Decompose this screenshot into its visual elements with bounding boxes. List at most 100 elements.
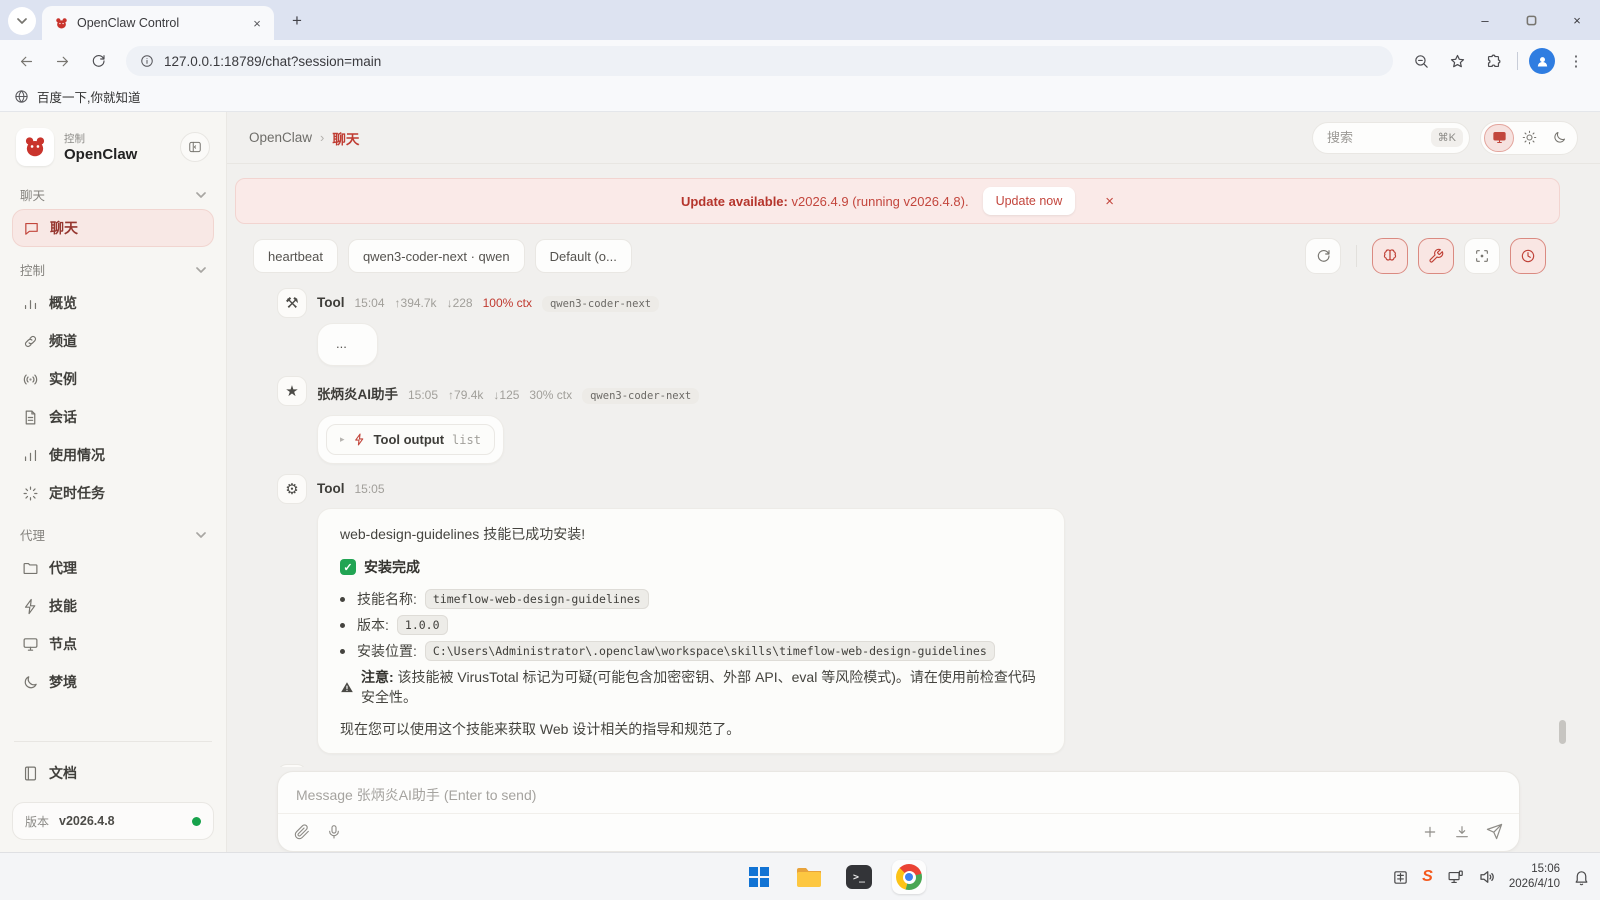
tray-sogou-icon[interactable]: S [1422,868,1433,886]
sidebar-section-control[interactable]: 控制 [20,260,206,279]
book-icon [24,766,37,780]
bookmark-star-button[interactable] [1441,45,1473,77]
sidebar-item-skills[interactable]: 技能 [12,587,214,625]
bookmark-item[interactable]: 百度一下,你就知道 [37,87,140,106]
model-chip[interactable]: qwen3-coder-next · qwen [347,239,525,273]
clock-date: 2026/4/10 [1508,878,1560,890]
theme-dark-button[interactable] [1544,124,1574,152]
taskbar-clock[interactable]: 15:06 2026/4/10 [1509,862,1560,892]
search-box[interactable]: ⌘K [1312,121,1470,154]
zoom-button[interactable] [1405,45,1437,77]
send-icon[interactable] [1486,823,1503,840]
sidebar-item-cron[interactable]: 定时任务 [12,474,214,512]
profile-button[interactable] [1526,45,1558,77]
browser-menu-button[interactable]: ⋮ [1562,52,1590,70]
sun-icon [1522,130,1536,145]
sidebar-item-label: 实例 [49,371,77,387]
browser-tab[interactable]: OpenClaw Control × [42,6,274,40]
sidebar-item-instances[interactable]: 实例 [12,360,214,398]
file-explorer-button[interactable] [792,860,826,894]
sidebar-item-label: 聊天 [50,220,78,236]
refresh-button[interactable] [1305,238,1341,274]
sidebar-item-channels[interactable]: 频道 [12,322,214,360]
sidebar-item-dreams[interactable]: 梦境 [12,663,214,701]
window-minimize-button[interactable]: – [1462,0,1508,40]
sidebar-item-nodes[interactable]: 节点 [12,625,214,663]
banner-close-icon[interactable]: × [1105,193,1114,210]
plus-icon[interactable] [1422,824,1438,840]
chevron-down-icon [196,266,206,273]
tool-avatar-icon: ⚒ [277,288,307,318]
warning-icon [341,681,353,692]
history-button[interactable] [1510,238,1546,274]
brain-button[interactable] [1372,238,1408,274]
session-toolbar: heartbeat qwen3-coder-next · qwen Defaul… [253,238,1546,274]
panel-collapse-icon [189,141,201,153]
toolbar-divider [1356,245,1357,267]
theme-light-button[interactable] [1514,124,1544,152]
sidebar-item-docs[interactable]: 文档 [12,754,214,792]
detail-label: 安装位置: [357,643,417,659]
message: ★ 张炳炎AI助手 15:05 ↑79.4k ↓125 30% ctx qwen… [277,376,1600,464]
window-close-button[interactable]: × [1554,0,1600,40]
tab-search-button[interactable] [8,7,36,35]
attach-icon[interactable] [294,823,310,840]
profile-avatar [1529,48,1555,74]
tool-output-arg: list [452,432,481,447]
update-now-button[interactable]: Update now [982,187,1076,215]
reload-icon [92,55,105,67]
site-info-icon [141,55,153,67]
start-button[interactable] [742,860,776,894]
message: ⚒ Tool 15:04 ↑394.7k ↓228 100% ctx qwen3… [277,288,1600,366]
theme-system-button[interactable] [1484,123,1514,152]
tool-output-expander[interactable]: ▸ Tool output list [326,424,495,455]
message-time: 15:05 [408,388,439,402]
breadcrumb-root[interactable]: OpenClaw [249,130,312,145]
sidebar-collapse-button[interactable] [180,132,210,162]
moon-icon [24,675,37,688]
tools-button[interactable] [1418,238,1454,274]
sidebar-section-chat[interactable]: 聊天 [20,185,206,204]
sidebar-item-label: 节点 [49,636,77,652]
composer [277,771,1520,852]
scan-icon [1476,250,1488,262]
message-input[interactable] [278,772,1519,813]
sidebar-item-overview[interactable]: 概览 [12,284,214,322]
chrome-icon [896,864,922,890]
focus-button[interactable] [1464,238,1500,274]
window-maximize-button[interactable] [1508,0,1554,40]
forward-button[interactable] [46,45,78,77]
extensions-button[interactable] [1477,45,1509,77]
reload-button[interactable] [82,45,114,77]
zoom-magnifier-icon [1414,54,1428,68]
scrollbar-thumb[interactable] [1559,720,1566,744]
tool-output-label: Tool output [373,432,445,447]
sidebar-item-usage[interactable]: 使用情况 [12,436,214,474]
terminal-button[interactable]: >_ [842,860,876,894]
url-bar[interactable]: 127.0.0.1:18789/chat?session=main [126,46,1393,76]
microphone-icon[interactable] [326,824,342,840]
download-icon[interactable] [1454,824,1470,840]
search-input[interactable] [1327,130,1417,145]
sidebar-item-sessions[interactable]: 会话 [12,398,214,436]
tray-network-icon[interactable] [1446,869,1465,886]
tab-close-button[interactable]: × [248,14,266,32]
new-tab-button[interactable]: + [284,8,310,34]
sidebar-section-agents[interactable]: 代理 [20,525,206,544]
link-icon [24,335,37,347]
update-banner-rest: v2026.4.9 (running v2026.4.8). [787,193,969,209]
preset-chip[interactable]: Default (o... [534,239,632,273]
tray-volume-icon[interactable] [1478,868,1496,886]
chrome-button[interactable] [892,860,926,894]
sidebar-item-chat[interactable]: 聊天 [12,209,214,247]
sidebar-item-agents[interactable]: 代理 [12,549,214,587]
chat-scroll-area[interactable]: ⚒ Tool 15:04 ↑394.7k ↓228 100% ctx qwen3… [227,286,1600,767]
main-header: OpenClaw › 聊天 ⌘K [227,112,1600,164]
detail-label: 技能名称: [357,591,417,607]
tool-result-card: web-design-guidelines 技能已成功安装! ✓ 安装完成 技能… [317,508,1065,754]
notification-bell-icon[interactable] [1573,869,1590,886]
tray-ime-icon[interactable] [1392,869,1409,886]
forward-arrow-icon [56,56,68,66]
session-chip[interactable]: heartbeat [253,239,338,273]
back-button[interactable] [10,45,42,77]
